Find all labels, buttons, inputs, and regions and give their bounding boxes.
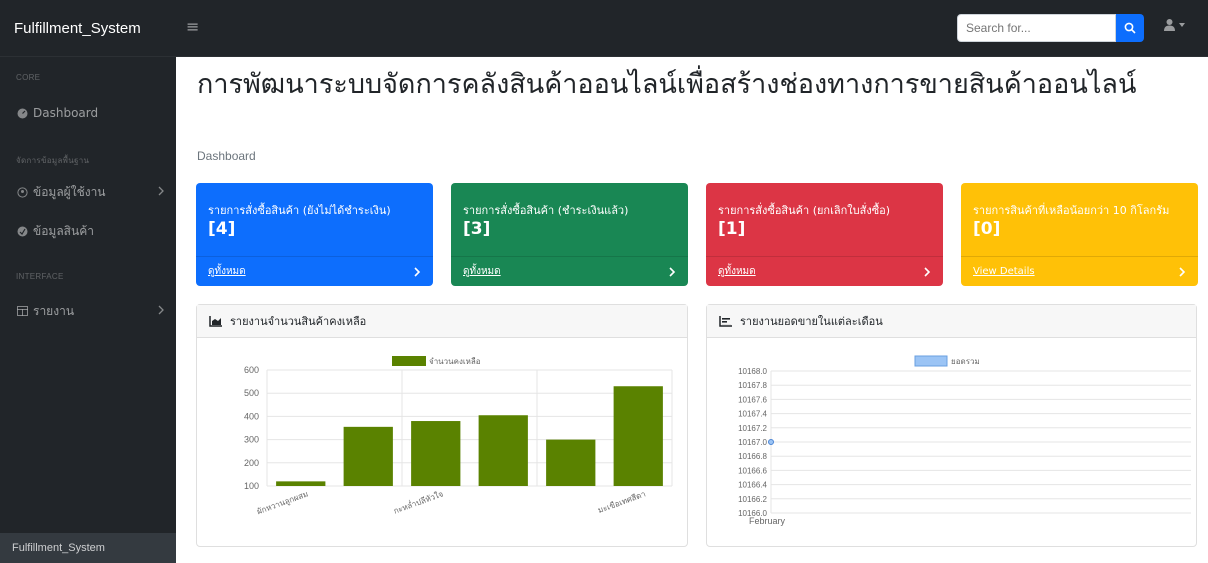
card-cancelled-orders: รายการสั่งซื้อสินค้า (ยกเลิกใบสั่งซื้อ) … xyxy=(706,183,943,286)
card-title: รายการสั่งซื้อสินค้า (ยกเลิกใบสั่งซื้อ) xyxy=(718,204,891,217)
chevron-right-icon xyxy=(158,305,164,315)
breadcrumb: Dashboard xyxy=(197,149,256,163)
y-tick-label: 400 xyxy=(244,411,259,421)
stock-bar-chart: จำนวนคงเหลือ 600 500 400 300 200 100ผักหวานลูก… xyxy=(244,356,673,517)
card-value: [1] xyxy=(718,219,746,239)
legend-label: ยอดรวม xyxy=(951,357,980,366)
chevron-right-icon xyxy=(158,186,164,196)
chevron-right-icon xyxy=(1179,266,1186,277)
area-chart-icon xyxy=(209,316,222,327)
view-all-link[interactable]: ดูทั้งหมด xyxy=(718,264,756,279)
sidebar-footer: Fulfillment_System xyxy=(0,533,176,563)
bar xyxy=(343,426,393,486)
chevron-right-icon xyxy=(414,266,421,277)
product-icon xyxy=(16,225,28,237)
chevron-right-icon xyxy=(669,266,676,277)
sidebar-item-dashboard[interactable]: Dashboard xyxy=(16,103,166,123)
chevron-right-icon xyxy=(924,266,931,277)
y-tick-label: 300 xyxy=(244,435,259,445)
y-tick-label: 10168.0 xyxy=(738,367,767,376)
search-form xyxy=(957,14,1144,42)
panel-body: จำนวนคงเหลือ 600 500 400 300 200 100 ผักหวานลูก… xyxy=(197,338,687,546)
sidebar-item-label: ข้อมูลสินค้า xyxy=(33,223,94,238)
card-low-stock: รายการสินค้าที่เหลือน้อยกว่า 10 กิโลกรัม… xyxy=(961,183,1198,286)
y-tick-label: 10167.6 xyxy=(738,395,767,404)
sidebar-heading-core: CORE xyxy=(16,73,41,82)
dashboard-icon xyxy=(16,107,28,119)
sidebar-heading-master: จัดการข้อมูลพื้นฐาน xyxy=(16,156,90,165)
card-footer: ดูทั้งหมด xyxy=(451,256,688,286)
card-value: [3] xyxy=(463,219,491,239)
bar xyxy=(613,386,663,486)
sidebar-toggle-icon[interactable]: ≡ xyxy=(186,18,199,36)
card-title: รายการสินค้าที่เหลือน้อยกว่า 10 กิโลกรัม xyxy=(973,204,1170,217)
y-tick-label: 10166.4 xyxy=(738,481,767,490)
panel-title: รายงานยอดขายในแต่ละเดือน xyxy=(740,315,883,328)
table-icon xyxy=(16,305,28,317)
y-tick-label: 10167.8 xyxy=(738,381,767,390)
bar xyxy=(478,415,528,486)
card-title: รายการสั่งซื้อสินค้า (ยังไม่ได้ชำระเงิน) xyxy=(208,204,391,217)
card-paid-orders: รายการสั่งซื้อสินค้า (ชำระเงินแล้ว) [3] … xyxy=(451,183,688,286)
data-point xyxy=(768,439,774,445)
panel-header: รายงานจำนวนสินค้าคงเหลือ xyxy=(197,305,687,338)
sidebar-item-label: รายงาน xyxy=(33,303,75,318)
x-tick-label: มะเขือเทศสีดา xyxy=(597,489,647,515)
y-tick-label: 10167.4 xyxy=(738,410,767,419)
y-tick-label: 10166.6 xyxy=(738,466,767,475)
user-dropdown[interactable] xyxy=(1163,18,1185,31)
card-value: [4] xyxy=(208,219,236,239)
bar-chart-icon xyxy=(719,316,732,327)
legend-label: จำนวนคงเหลือ xyxy=(429,357,481,366)
card-value: [0] xyxy=(973,219,1001,239)
card-footer: ดูทั้งหมด xyxy=(196,256,433,286)
sidebar-item-users[interactable]: ข้อมูลผู้ใช้งาน xyxy=(16,182,166,202)
card-footer: ดูทั้งหมด xyxy=(706,256,943,286)
brand-link[interactable]: Fulfillment_System xyxy=(0,0,176,57)
stock-report-panel: รายงานจำนวนสินค้าคงเหลือ จำนวนคงเหลือ 600… xyxy=(196,304,688,547)
card-title: รายการสั่งซื้อสินค้า (ชำระเงินแล้ว) xyxy=(463,204,629,217)
sidebar-item-label: ข้อมูลผู้ใช้งาน xyxy=(33,184,106,199)
legend-swatch xyxy=(392,356,426,366)
y-tick-label: 500 xyxy=(244,388,259,398)
x-tick-label: กะหล่ำปลีหัวใจ xyxy=(392,487,445,515)
y-tick-label: 100 xyxy=(244,481,259,491)
user-icon xyxy=(1164,19,1175,31)
sales-line-chart: ยอดรวม 10168.0 10167.8 10167.6 10167.4 10167.… xyxy=(738,355,1191,526)
search-button[interactable] xyxy=(1116,14,1144,42)
bar xyxy=(411,421,461,486)
bar xyxy=(546,439,596,486)
sidebar: CORE Dashboard จัดการข้อมูลพื้นฐาน ข้อมู… xyxy=(0,57,176,563)
bar xyxy=(276,481,326,486)
sidebar-item-label: Dashboard xyxy=(33,106,99,120)
panel-title: รายงานจำนวนสินค้าคงเหลือ xyxy=(230,315,367,328)
y-tick-label: 10166.2 xyxy=(738,495,767,504)
y-tick-label: 600 xyxy=(244,365,259,375)
y-tick-label: 10166.8 xyxy=(738,452,767,461)
x-tick-label: February xyxy=(749,516,786,526)
sidebar-heading-interface: INTERFACE xyxy=(16,272,64,281)
search-icon xyxy=(1124,22,1136,34)
legend-swatch xyxy=(914,355,948,367)
panel-header: รายงานยอดขายในแต่ละเดือน xyxy=(707,305,1196,338)
y-tick-label: 200 xyxy=(244,458,259,468)
caret-down-icon xyxy=(1179,22,1185,27)
card-footer: View Details xyxy=(961,256,1198,286)
sales-report-panel: รายงานยอดขายในแต่ละเดือน ยอดรวม 10168.0 10… xyxy=(706,304,1197,547)
y-tick-label: 10167.2 xyxy=(738,424,767,433)
view-all-link[interactable]: ดูทั้งหมด xyxy=(208,264,246,279)
user-circle-icon xyxy=(16,186,28,198)
top-navbar: Fulfillment_System ≡ xyxy=(0,0,1208,57)
view-all-link[interactable]: ดูทั้งหมด xyxy=(463,264,501,279)
view-details-link[interactable]: View Details xyxy=(973,266,1035,277)
search-input[interactable] xyxy=(957,14,1116,42)
y-tick-label: 10167.0 xyxy=(738,438,767,447)
sidebar-item-reports[interactable]: รายงาน xyxy=(16,301,166,321)
page-title: การพัฒนาระบบจัดการคลังสินค้าออนไลน์เพื่อ… xyxy=(197,69,1137,100)
card-unpaid-orders: รายการสั่งซื้อสินค้า (ยังไม่ได้ชำระเงิน)… xyxy=(196,183,433,286)
sidebar-item-products[interactable]: ข้อมูลสินค้า xyxy=(16,221,166,241)
panel-body: ยอดรวม 10168.0 10167.8 10167.6 10167.4 10167.… xyxy=(707,338,1196,546)
x-tick-label: ผักหวานลูกผสม xyxy=(256,489,310,517)
